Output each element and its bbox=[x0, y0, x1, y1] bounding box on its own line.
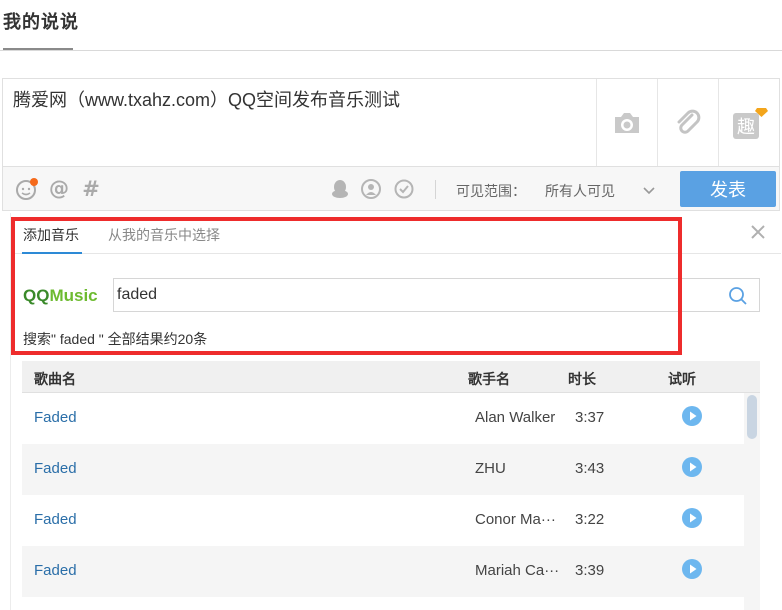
play-icon[interactable] bbox=[681, 456, 703, 478]
composer-text[interactable]: 腾爱网（www.txahz.com）QQ空间发布音乐测试 bbox=[13, 86, 400, 112]
visibility-label: 可见范围： bbox=[456, 183, 526, 199]
play-icon[interactable] bbox=[681, 558, 703, 580]
search-icon[interactable] bbox=[728, 286, 748, 306]
title-divider bbox=[0, 50, 782, 51]
schedule-button[interactable] bbox=[392, 177, 416, 201]
emoji-icon bbox=[16, 178, 38, 200]
song-title[interactable]: Faded bbox=[34, 562, 77, 579]
page-title: 我的说说 bbox=[3, 12, 79, 32]
song-artist: Mariah Ca··· bbox=[475, 562, 560, 579]
attachment-icon bbox=[677, 109, 701, 134]
post-button[interactable]: 发表 bbox=[680, 171, 776, 207]
toolbar-divider bbox=[435, 180, 436, 199]
column-song: 歌曲名 bbox=[34, 371, 76, 387]
highlight-box bbox=[11, 217, 682, 355]
mention-button[interactable]: @ bbox=[47, 177, 71, 201]
song-title[interactable]: Faded bbox=[34, 511, 77, 528]
table-row[interactable]: Faded Mariah Ca··· 3:39 bbox=[22, 546, 744, 597]
mention-icon: @ bbox=[49, 178, 69, 200]
hashtag-icon: # bbox=[82, 178, 100, 200]
qq-button[interactable] bbox=[328, 177, 352, 201]
svg-text:趣: 趣 bbox=[737, 117, 755, 138]
table-row[interactable]: Faded ZHU 3:43 bbox=[22, 444, 744, 495]
scrollbar[interactable] bbox=[744, 393, 760, 610]
column-artist: 歌手名 bbox=[468, 371, 510, 387]
play-icon[interactable] bbox=[681, 507, 703, 529]
svg-text:#: # bbox=[82, 178, 100, 200]
attachment-button[interactable] bbox=[657, 79, 718, 167]
table-row[interactable]: Faded Conor Ma··· 3:22 bbox=[22, 495, 744, 546]
play-icon[interactable] bbox=[681, 405, 703, 427]
fun-icon: 趣 bbox=[733, 108, 768, 139]
svg-text:@: @ bbox=[49, 178, 69, 200]
clock-icon bbox=[394, 179, 414, 199]
column-preview: 试听 bbox=[668, 371, 696, 387]
friend-icon bbox=[361, 179, 381, 199]
column-duration: 时长 bbox=[568, 371, 596, 387]
photo-button[interactable] bbox=[596, 79, 657, 167]
hashtag-button[interactable]: # bbox=[79, 177, 103, 201]
composer-toolbar: @ # 可见范围： 所有人可见 发表 bbox=[2, 166, 780, 211]
song-duration: 3:39 bbox=[575, 562, 605, 579]
friend-button[interactable] bbox=[359, 177, 383, 201]
song-artist: ZHU bbox=[475, 460, 506, 477]
song-title[interactable]: Faded bbox=[34, 460, 77, 477]
song-duration: 3:37 bbox=[575, 409, 605, 426]
visibility-select[interactable]: 所有人可见 bbox=[545, 181, 615, 201]
song-duration: 3:22 bbox=[575, 511, 605, 528]
post-composer[interactable]: 腾爱网（www.txahz.com）QQ空间发布音乐测试 趣 bbox=[2, 78, 780, 167]
song-table-header: 歌曲名 歌手名 时长 试听 bbox=[22, 361, 760, 393]
chevron-down-icon[interactable] bbox=[642, 183, 656, 197]
song-duration: 3:43 bbox=[575, 460, 605, 477]
qq-icon bbox=[332, 180, 348, 198]
song-title[interactable]: Faded bbox=[34, 409, 77, 426]
song-artist: Alan Walker bbox=[475, 409, 556, 426]
table-row[interactable]: Faded Alan Walker 3:37 bbox=[22, 393, 744, 444]
close-icon[interactable] bbox=[749, 223, 767, 241]
fun-button[interactable]: 趣 bbox=[718, 79, 779, 167]
emoji-button[interactable] bbox=[15, 177, 39, 201]
scrollbar-thumb[interactable] bbox=[747, 395, 757, 439]
song-artist: Conor Ma··· bbox=[475, 511, 556, 528]
camera-icon bbox=[615, 113, 639, 133]
